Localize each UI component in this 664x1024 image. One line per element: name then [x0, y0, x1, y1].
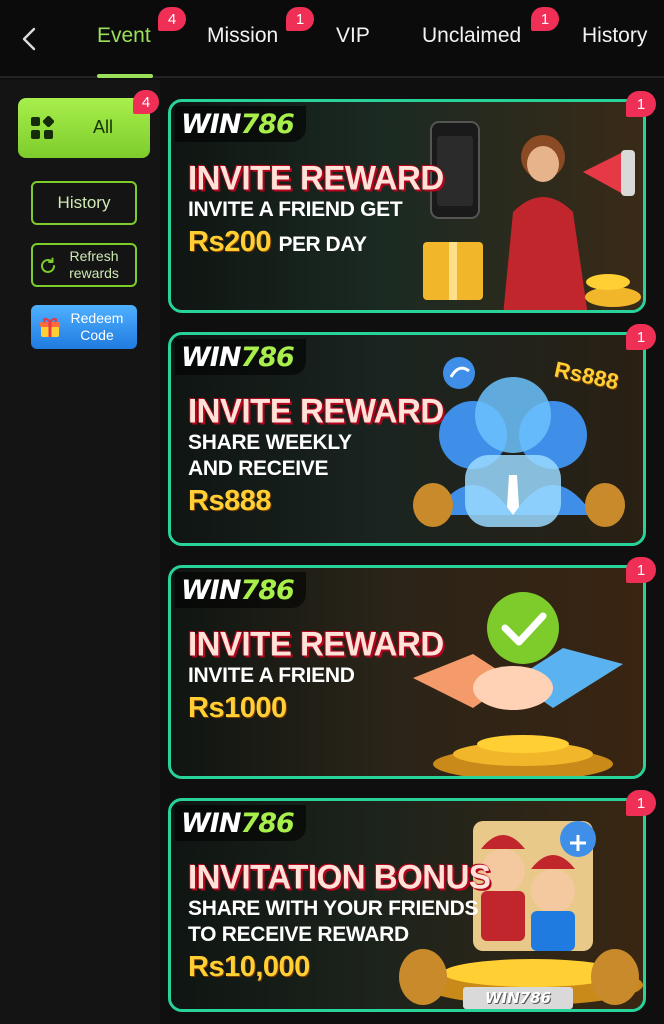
- refresh-rewards-button[interactable]: Refresh rewards: [31, 243, 137, 287]
- card-line-1: SHARE WEEKLY: [188, 431, 352, 454]
- card-badge: 1: [626, 91, 656, 117]
- card-amount: Rs200 PER DAY: [188, 226, 367, 258]
- brand-logo: WIN 786: [175, 572, 306, 608]
- refresh-icon: [41, 257, 55, 273]
- tab-mission[interactable]: Mission: [207, 24, 278, 48]
- card-headline: INVITATION BONUS: [188, 857, 491, 896]
- tab-vip[interactable]: VIP: [336, 24, 370, 48]
- tab-mission-badge: 1: [286, 7, 314, 31]
- event-card-invite-friend[interactable]: WIN 786 INVITE REWARD INVITE A FRIEND Rs1…: [168, 565, 646, 779]
- sidebar-history-button[interactable]: History: [31, 181, 137, 225]
- card-amount: Rs1000: [188, 692, 287, 724]
- card-headline: INVITE REWARD: [188, 158, 444, 197]
- event-card-invite-per-day[interactable]: WIN 786 INVITE REWARD INVITE A FRIEND GET…: [168, 99, 646, 313]
- redeem-code-label: Redeem Code: [70, 310, 124, 343]
- card-headline: INVITE REWARD: [188, 624, 444, 663]
- card-badge: 1: [626, 557, 656, 583]
- tab-event[interactable]: Event: [97, 24, 151, 48]
- tab-event-badge: 4: [158, 7, 186, 31]
- active-tab-indicator: [97, 74, 153, 78]
- event-card-share-weekly[interactable]: WIN 786 Rs888 INVITE REWARD SHARE WEEKLY …: [168, 332, 646, 546]
- sidebar-history-label: History: [57, 193, 111, 212]
- card-headline: INVITE REWARD: [188, 391, 444, 430]
- card-line-1: SHARE WITH YOUR FRIENDS: [188, 897, 479, 920]
- chevron-left-icon: [22, 27, 36, 51]
- brand-logo: WIN 786: [175, 106, 306, 142]
- sidebar-item-all-label: All: [92, 117, 113, 137]
- back-button[interactable]: [14, 22, 44, 56]
- card-badge: 1: [626, 790, 656, 816]
- sidebar-all-badge: 4: [133, 90, 159, 114]
- card-line-1: INVITE A FRIEND GET: [188, 198, 403, 221]
- tab-unclaimed[interactable]: Unclaimed: [422, 24, 521, 48]
- brand-logo: WIN 786: [175, 339, 306, 375]
- card-line-1: INVITE A FRIEND: [188, 664, 355, 687]
- tab-history[interactable]: History: [582, 24, 647, 48]
- woman-megaphone-illustration: [423, 121, 641, 310]
- tab-unclaimed-badge: 1: [531, 7, 559, 31]
- event-card-invitation-bonus[interactable]: WIN786 WIN 786 INVITATION BONUS SHARE WIT…: [168, 798, 646, 1012]
- card-line-2: AND RECEIVE: [188, 457, 329, 480]
- card-badge: 1: [626, 324, 656, 350]
- card-line-2: TO RECEIVE REWARD: [188, 923, 409, 946]
- footer-brand-plaque: WIN786: [463, 987, 573, 1009]
- card-amount: Rs10,000: [188, 951, 310, 983]
- brand-logo: WIN 786: [175, 805, 306, 841]
- sidebar-item-all[interactable]: All: [18, 98, 150, 158]
- gift-icon: [40, 318, 60, 337]
- handshake-illustration: [413, 592, 623, 776]
- top-tab-bar: Event 4 Mission 1 VIP Unclaimed 1 Histor…: [0, 0, 664, 78]
- redeem-code-button[interactable]: Redeem Code: [31, 305, 137, 349]
- card-amount: Rs888: [188, 485, 271, 517]
- refresh-rewards-label: Refresh rewards: [69, 248, 119, 281]
